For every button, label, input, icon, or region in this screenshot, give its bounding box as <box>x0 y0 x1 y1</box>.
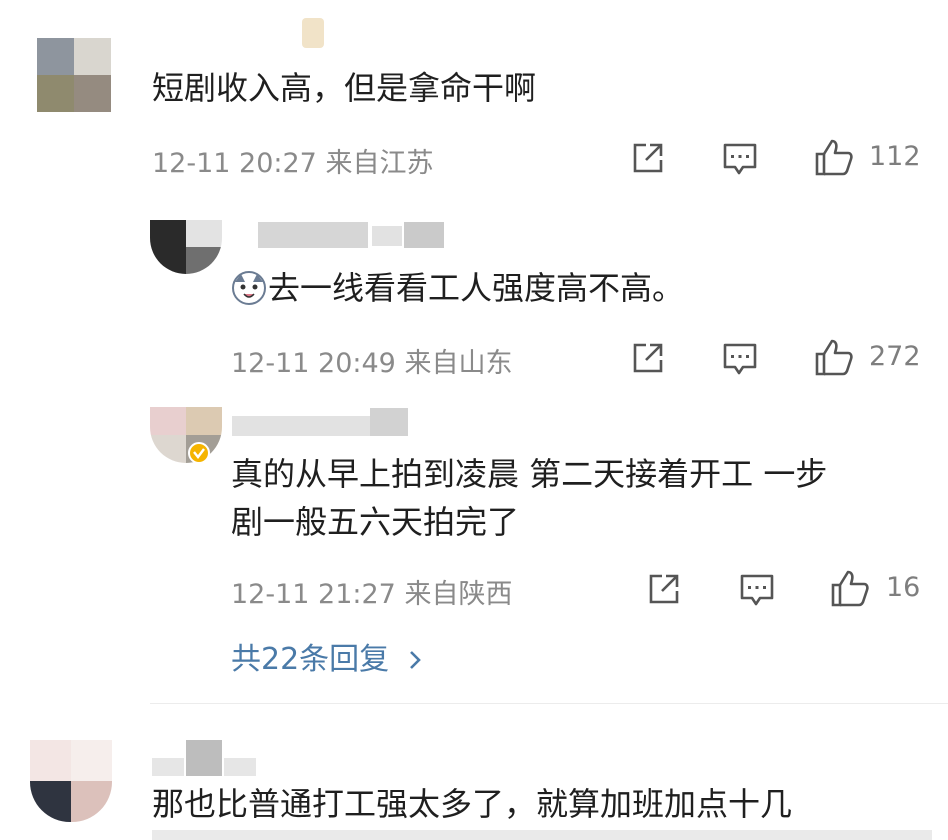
comment-text: 短剧收入高，但是拿命干啊 <box>152 69 537 107</box>
share-icon[interactable] <box>631 141 665 175</box>
username-blurred <box>224 758 256 776</box>
reply-text-line2: 剧一般五六天拍完了 <box>231 503 520 541</box>
share-icon[interactable] <box>647 572 681 606</box>
reply-time: 12-11 20:49 <box>231 348 396 379</box>
more-replies-label: 共22条回复 <box>231 642 390 677</box>
thumbs-up-icon[interactable] <box>814 338 854 376</box>
reply-location: 来自山东 <box>404 348 513 379</box>
verified-badge-icon <box>188 442 210 464</box>
comment-text: 那也比普通打工强太多了，就算加班加点十几 <box>152 785 793 823</box>
comment-time: 12-11 20:27 <box>152 148 317 179</box>
avatar[interactable] <box>37 38 111 112</box>
username-blurred <box>404 222 444 248</box>
thumbs-up-icon[interactable] <box>814 138 854 176</box>
like-count: 112 <box>869 141 921 172</box>
chevron-right-icon <box>409 651 421 669</box>
avatar[interactable] <box>150 407 222 463</box>
divider <box>150 703 948 704</box>
dog-emoji-icon <box>232 271 266 305</box>
comment-text-cutoff <box>152 830 932 840</box>
username-sticker <box>302 18 324 48</box>
username-blurred <box>152 758 184 776</box>
reply-time: 12-11 21:27 <box>231 579 396 610</box>
username-blurred <box>258 222 368 248</box>
avatar[interactable] <box>30 740 112 822</box>
reply-meta: 12-11 20:49 来自山东 <box>231 341 512 380</box>
comment-icon[interactable] <box>722 341 758 377</box>
more-replies-link[interactable]: 共22条回复 <box>231 634 423 678</box>
reply-text: 去一线看看工人强度高不高。 <box>268 269 685 307</box>
username-blurred <box>372 226 402 246</box>
comment-location: 来自江苏 <box>325 148 434 179</box>
thumbs-up-icon[interactable] <box>830 569 870 607</box>
username-blurred <box>370 408 408 436</box>
reply-meta: 12-11 21:27 来自陕西 <box>231 572 512 611</box>
comment-icon[interactable] <box>722 141 758 177</box>
reply-location: 来自陕西 <box>404 579 513 610</box>
username-blurred <box>186 740 222 776</box>
username-blurred <box>232 416 370 436</box>
like-count: 16 <box>886 572 921 603</box>
avatar[interactable] <box>150 220 222 274</box>
comment-meta: 12-11 20:27 来自江苏 <box>152 141 433 180</box>
share-icon[interactable] <box>631 341 665 375</box>
like-count: 272 <box>869 341 921 372</box>
reply-text-line1: 真的从早上拍到凌晨 第二天接着开工 一步 <box>231 455 828 493</box>
comment-icon[interactable] <box>739 572 775 608</box>
